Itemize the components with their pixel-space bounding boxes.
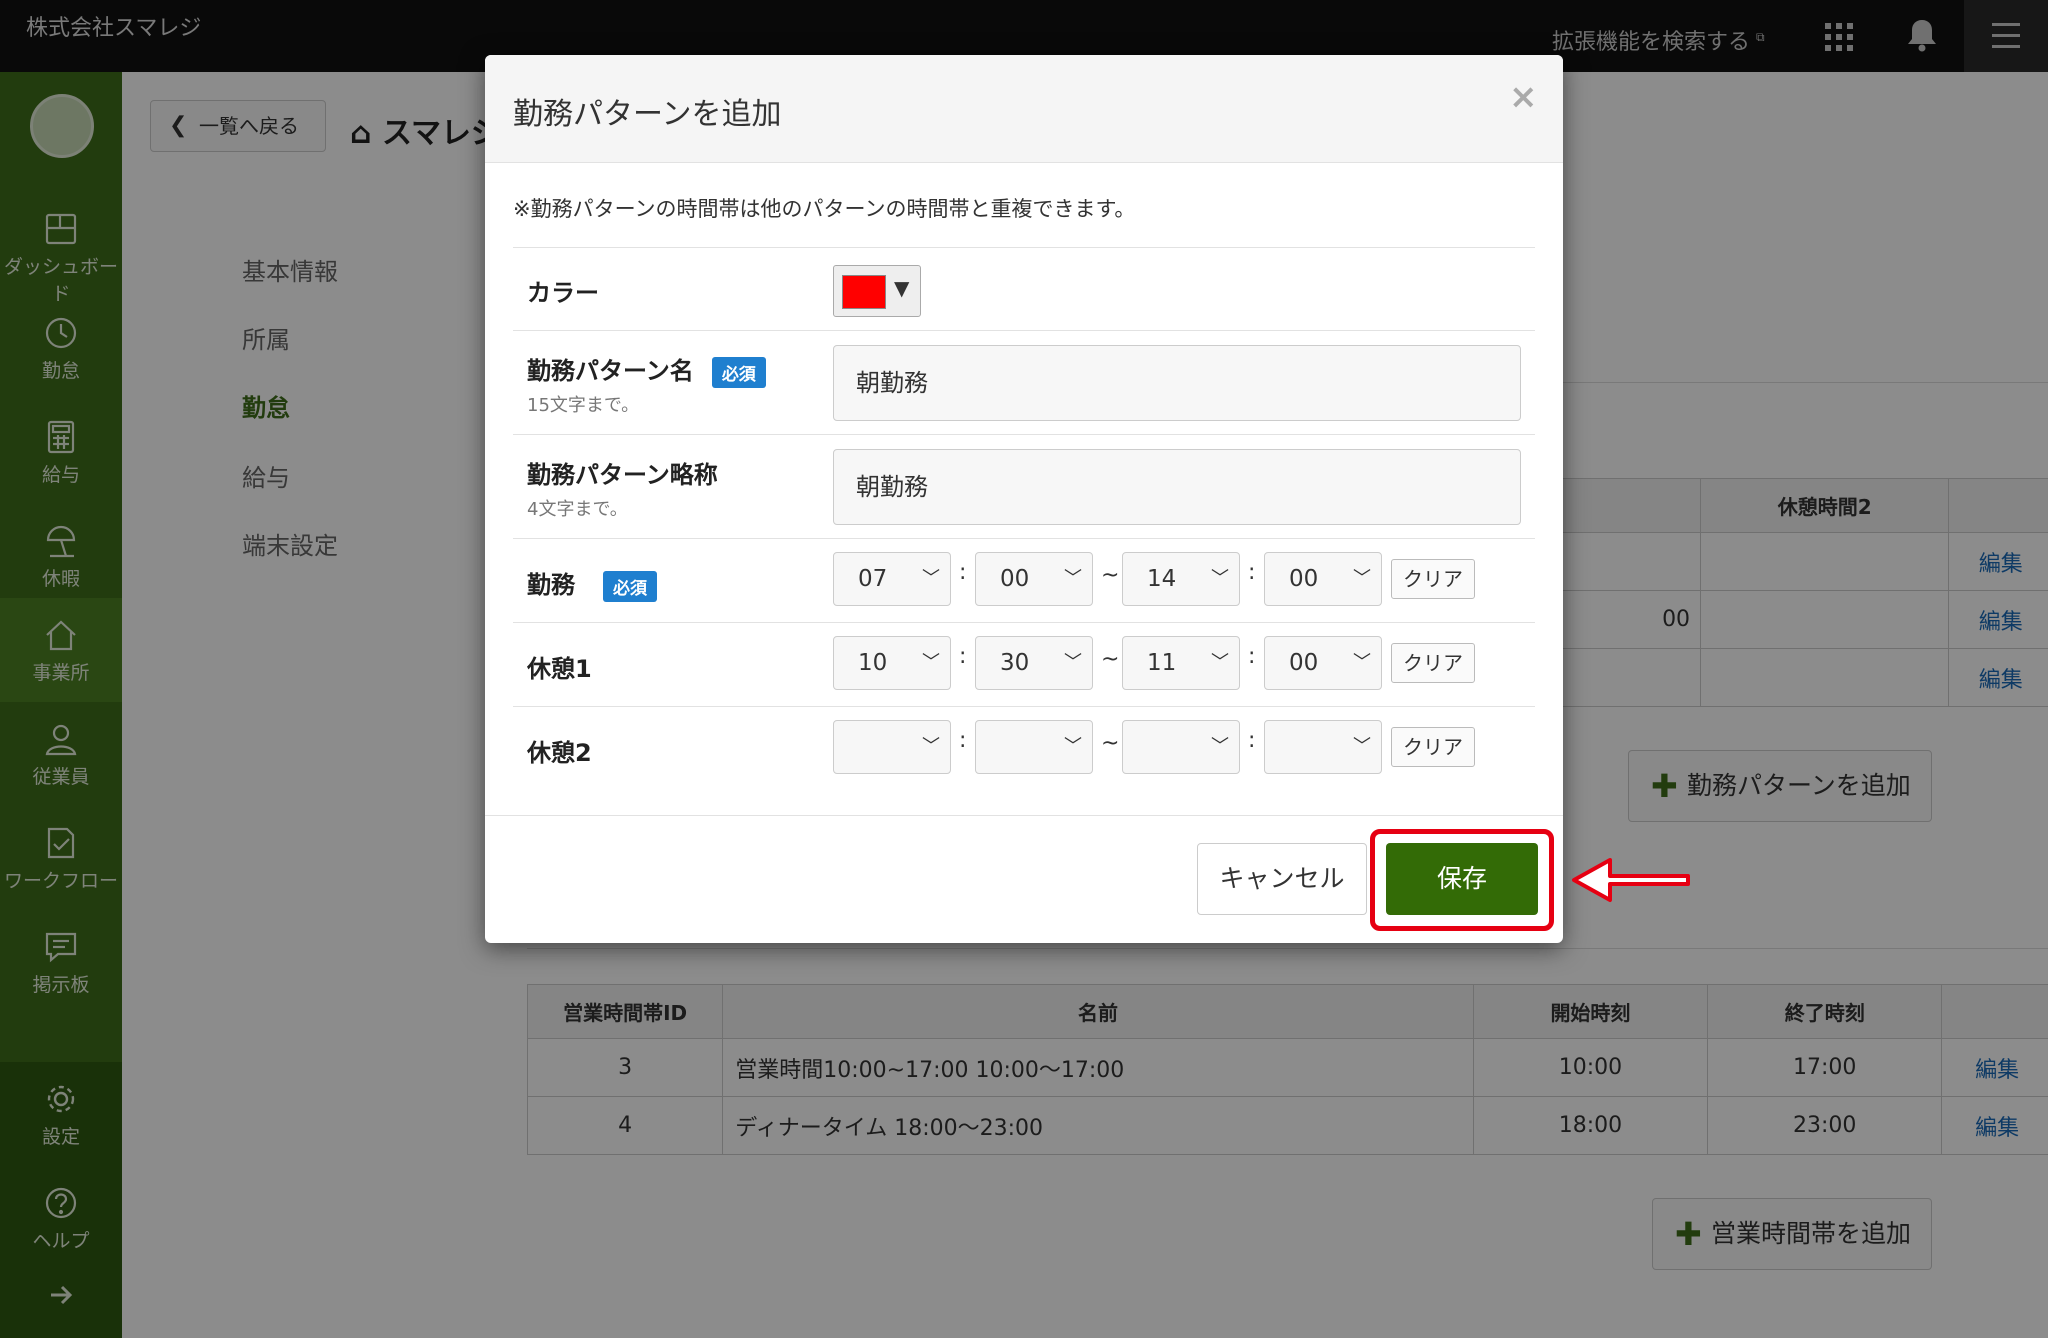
- close-icon[interactable]: ×: [1509, 77, 1538, 117]
- chevron-down-icon: ﹀: [922, 568, 940, 589]
- break2-start-minute-select[interactable]: ﹀: [975, 720, 1093, 774]
- divider: [513, 247, 1535, 248]
- select-value: 14: [1147, 566, 1177, 592]
- chevron-down-icon: ﹀: [922, 736, 940, 757]
- break1-start-minute-select[interactable]: 30 ﹀: [975, 636, 1093, 690]
- select-value: 00: [1289, 566, 1319, 592]
- time-range-tilde: ~: [1101, 731, 1120, 756]
- break1-end-minute-select[interactable]: 00 ﹀: [1264, 636, 1382, 690]
- cancel-button[interactable]: キャンセル: [1197, 843, 1367, 915]
- break2-end-hour-select[interactable]: ﹀: [1122, 720, 1240, 774]
- chevron-down-icon: ﹀: [1211, 736, 1229, 757]
- time-colon: :: [1248, 728, 1256, 753]
- select-value: 00: [1289, 650, 1319, 676]
- required-badge: 必須: [711, 356, 766, 388]
- save-highlight-box: [1370, 829, 1554, 931]
- pattern-short-hint: 4文字まで。: [527, 499, 628, 520]
- divider: [513, 538, 1535, 539]
- divider: [513, 330, 1535, 331]
- break1-clear-button[interactable]: クリア: [1391, 643, 1475, 683]
- time-colon: :: [1248, 644, 1256, 669]
- divider: [513, 622, 1535, 623]
- break2-label: 休憩2: [527, 739, 592, 767]
- break2-end-minute-select[interactable]: ﹀: [1264, 720, 1382, 774]
- break2-clear-button[interactable]: クリア: [1391, 727, 1475, 767]
- chevron-down-icon: ﹀: [1353, 736, 1371, 757]
- work-start-minute-select[interactable]: 00 ﹀: [975, 552, 1093, 606]
- pattern-name-hint: 15文字まで。: [527, 395, 640, 416]
- work-end-minute-select[interactable]: 00 ﹀: [1264, 552, 1382, 606]
- select-value: 07: [858, 566, 888, 592]
- modal-header: 勤務パターンを追加 ×: [485, 55, 1563, 163]
- divider: [513, 706, 1535, 707]
- color-label: カラー: [527, 279, 599, 307]
- work-time-label: 勤務 必須: [527, 565, 657, 602]
- pattern-short-input[interactable]: 朝勤務: [833, 449, 1521, 525]
- time-colon: :: [1248, 560, 1256, 585]
- add-work-pattern-modal: 勤務パターンを追加 × ※勤務パターンの時間帯は他のパターンの時間帯と重複できま…: [485, 55, 1563, 943]
- dropdown-triangle-icon: ▼: [894, 276, 910, 300]
- required-badge: 必須: [603, 570, 657, 602]
- overlap-note: ※勤務パターンの時間帯は他のパターンの時間帯と重複できます。: [513, 197, 1136, 221]
- select-value: 00: [1000, 566, 1030, 592]
- chevron-down-icon: ﹀: [1353, 652, 1371, 673]
- time-colon: :: [959, 644, 967, 669]
- pattern-name-label-text: 勤務パターン名: [527, 357, 694, 385]
- select-value: 11: [1147, 650, 1177, 676]
- work-end-hour-select[interactable]: 14 ﹀: [1122, 552, 1240, 606]
- chevron-down-icon: ﹀: [1353, 568, 1371, 589]
- modal-title: 勤務パターンを追加: [513, 97, 782, 132]
- break1-start-hour-select[interactable]: 10 ﹀: [833, 636, 951, 690]
- divider: [513, 434, 1535, 435]
- break1-label: 休憩1: [527, 655, 592, 683]
- work-clear-button[interactable]: クリア: [1391, 559, 1475, 599]
- pattern-name-label: 勤務パターン名 必須: [527, 351, 766, 388]
- chevron-down-icon: ﹀: [1211, 652, 1229, 673]
- select-value: 10: [858, 650, 888, 676]
- pattern-name-input[interactable]: 朝勤務: [833, 345, 1521, 421]
- chevron-down-icon: ﹀: [922, 652, 940, 673]
- chevron-down-icon: ﹀: [1064, 568, 1082, 589]
- work-time-label-text: 勤務: [527, 571, 575, 599]
- modal-footer-divider: [485, 815, 1563, 816]
- time-range-tilde: ~: [1101, 563, 1120, 588]
- break2-start-hour-select[interactable]: ﹀: [833, 720, 951, 774]
- color-picker[interactable]: ▼: [833, 265, 921, 317]
- chevron-down-icon: ﹀: [1211, 568, 1229, 589]
- chevron-down-icon: ﹀: [1064, 736, 1082, 757]
- break1-end-hour-select[interactable]: 11 ﹀: [1122, 636, 1240, 690]
- color-swatch: [842, 275, 886, 309]
- pattern-short-label: 勤務パターン略称: [527, 461, 718, 489]
- work-start-hour-select[interactable]: 07 ﹀: [833, 552, 951, 606]
- select-value: 30: [1000, 650, 1030, 676]
- pointer-arrow-icon: [1572, 858, 1690, 902]
- time-range-tilde: ~: [1101, 647, 1120, 672]
- time-colon: :: [959, 728, 967, 753]
- chevron-down-icon: ﹀: [1064, 652, 1082, 673]
- time-colon: :: [959, 560, 967, 585]
